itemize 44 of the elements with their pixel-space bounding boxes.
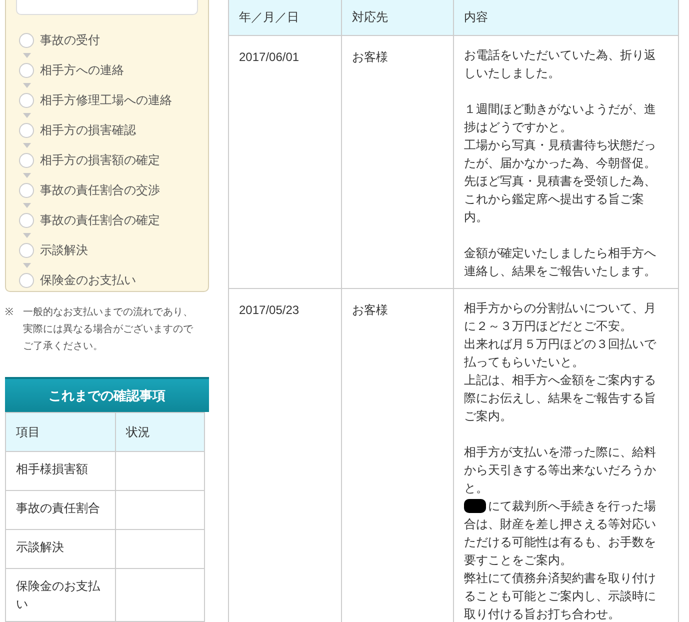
step-label: 事故の受付: [40, 32, 100, 49]
redaction-mark: [464, 499, 486, 514]
step-label: 事故の責任割合の交渉: [40, 182, 160, 199]
down-triangle-icon: [23, 52, 31, 58]
note-text: 一般的なお支払いまでの流れであり、実際には異なる場合がございますのでご了承ください。: [23, 306, 193, 354]
step-label: 相手方修理工場への連絡: [40, 92, 172, 109]
content-text: 工場から写真・見積書待ち状態だったが、届かなかった為、今朝督促。: [464, 136, 657, 172]
content-text: お電話をいただいていた為、折り返しいたしました。: [464, 46, 657, 82]
down-triangle-icon: [23, 82, 31, 88]
down-triangle-icon: [23, 202, 31, 208]
content-text: 金額が確定いたしましたら相手方へ連絡し、結果をご報告いたします。: [464, 244, 657, 280]
step-label: 相手方の損害確認: [40, 122, 136, 139]
step-label: 保険金のお支払い: [40, 272, 136, 289]
checklist-item-cell: 相手様損害額: [6, 452, 116, 490]
checklist-item-cell: 事故の責任割合: [6, 490, 116, 530]
content-text: 出来れば月５万円ほどの３回払いで払ってもらいたいと。: [464, 336, 658, 370]
history-header-cell: 内容: [454, 0, 678, 35]
party-cell: お客様: [342, 35, 454, 288]
content-text: 弊社にて債務弁済契約書を取り付けることも可能とご案内し、示談時に取り付ける旨お打ち合わせ。: [464, 570, 657, 622]
checklist-header-cell: 項目: [6, 412, 116, 452]
checklist-item-cell: 示談解決: [6, 530, 116, 568]
down-triangle-icon: [23, 142, 31, 148]
content-text: 相手方からの分割払いについて、月に２～３万円ほどだとご不安。: [464, 300, 657, 334]
step-label: 相手方の損害額の確定: [40, 152, 160, 169]
checklist-title: これまでの確認事項: [5, 377, 209, 412]
date-cell: 2017/05/23: [228, 288, 342, 622]
down-triangle-icon: [23, 112, 31, 118]
history-header-cell: 対応先: [342, 0, 454, 35]
date-cell: 2017/06/01: [228, 35, 342, 288]
down-triangle-icon: [23, 172, 31, 178]
checklist-header-cell: 状況: [116, 412, 204, 452]
step-label: 示談解決: [40, 242, 88, 259]
checklist-item-cell: 保険金のお支払い: [6, 568, 116, 622]
history-header-cell: 年／月／日: [228, 0, 342, 35]
down-triangle-icon: [23, 232, 31, 238]
content-text: にて裁判所へ手続きを行った場合は、財産を差し押さえる等対応いただける可能性は有るも、お手数を要すことをご案内。: [464, 498, 657, 568]
content-text: １週間ほど動きがないようだが、進捗はどうですかと。: [464, 100, 657, 136]
content-text: 相手方が支払いを滞った際に、給料から天引きする等出来ないだろうかと。: [464, 444, 657, 496]
step-label: 相手方への連絡: [40, 62, 124, 79]
note-mark: ※: [5, 306, 14, 320]
content-text: 先ほど写真・見積書を受領した為、これから鑑定席へ提出する旨ご案内。: [464, 172, 657, 226]
content-text: 上記は、相手方へ金額をご案内する際にお伝えし、結果をご報告する旨ご案内。: [464, 372, 657, 424]
step-label: 事故の責任割合の確定: [40, 212, 160, 229]
down-triangle-icon: [23, 262, 31, 268]
